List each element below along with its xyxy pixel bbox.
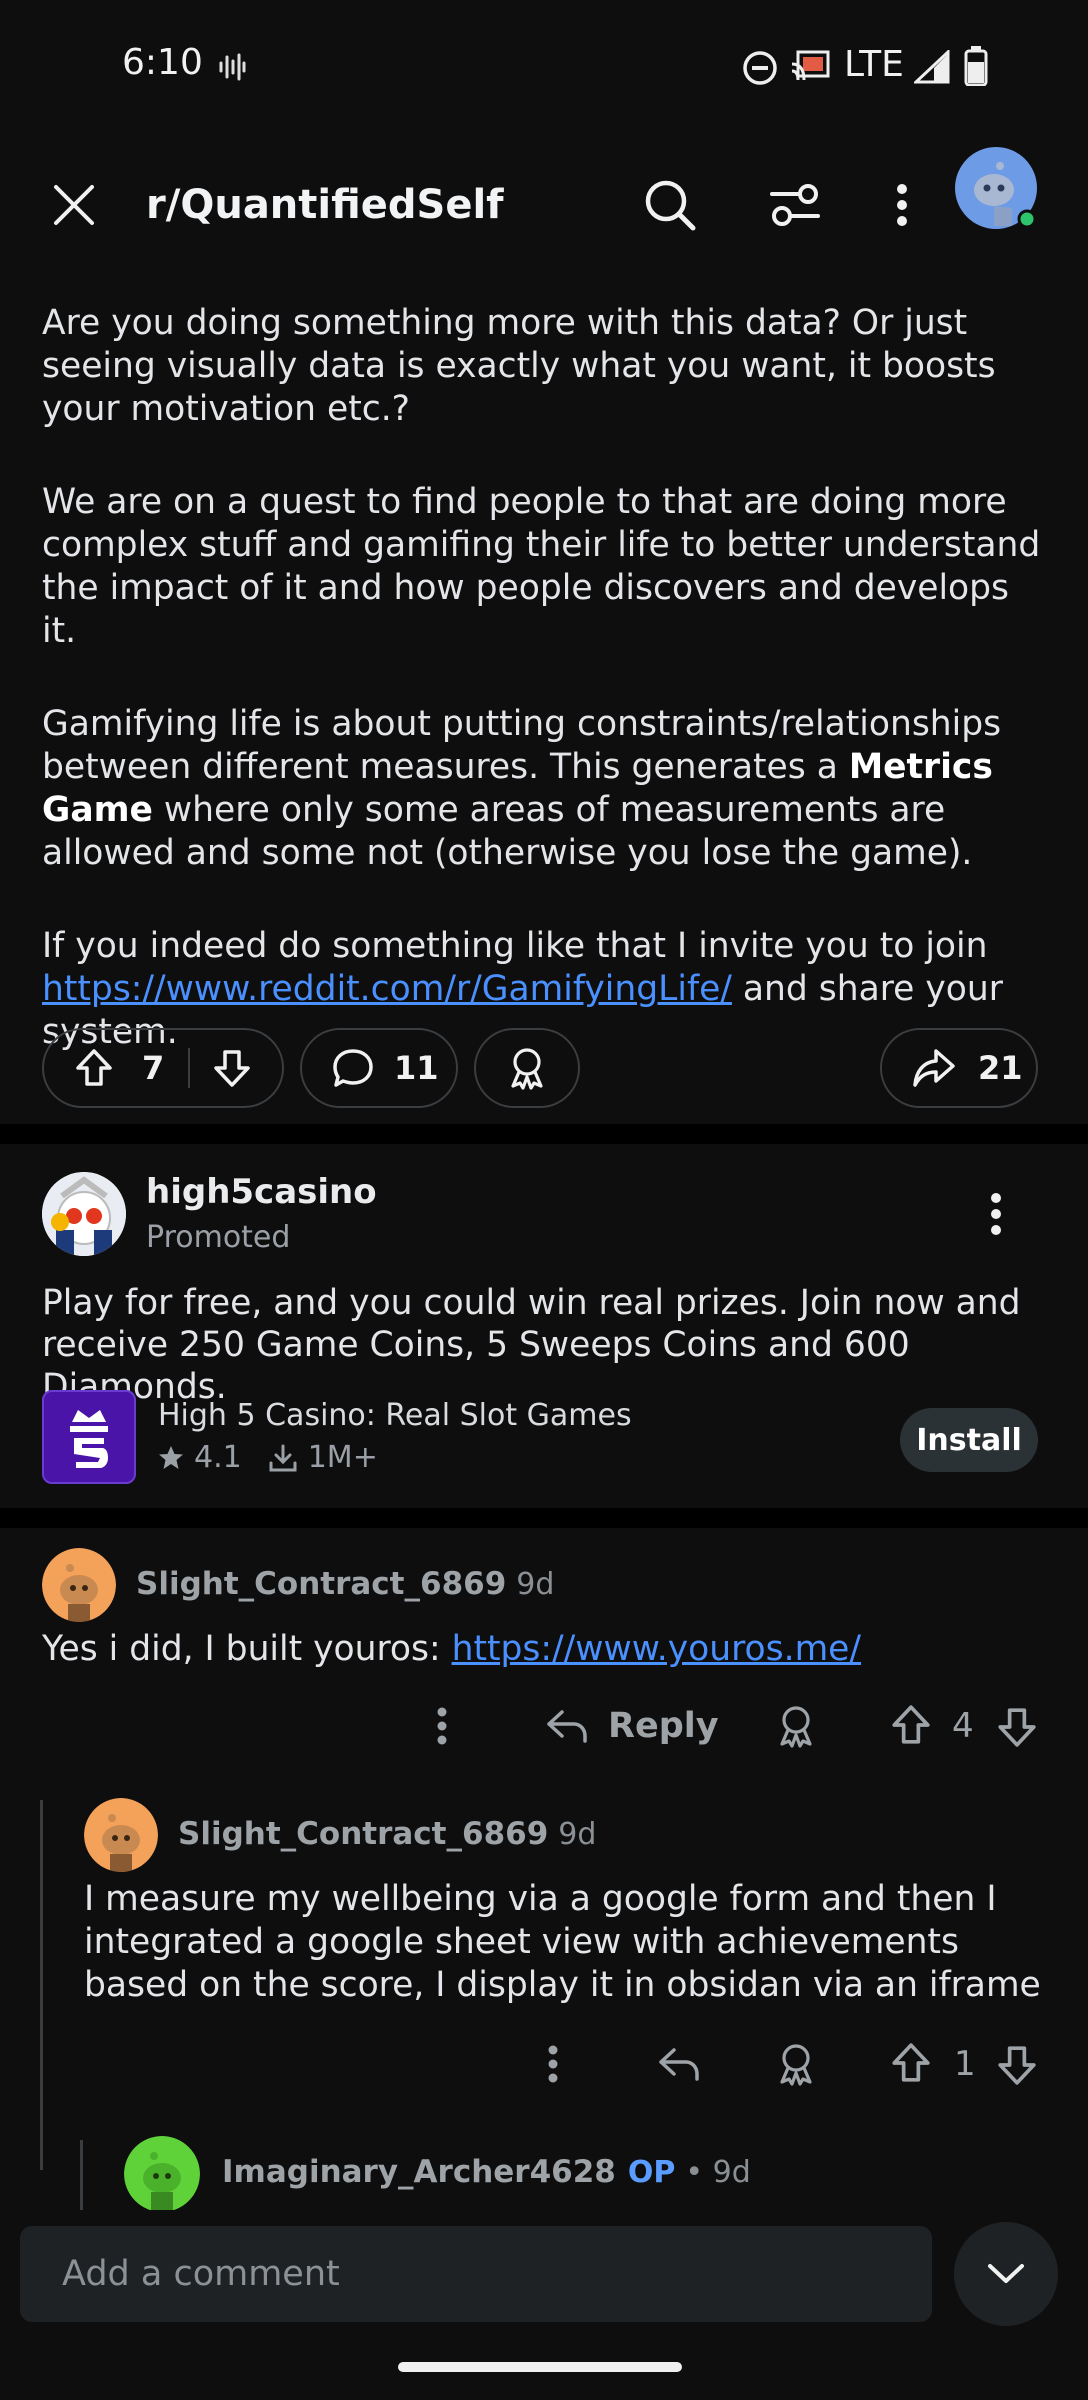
section-divider <box>0 1508 1088 1528</box>
promoted-label: Promoted <box>146 1220 291 1255</box>
vote-divider <box>188 1048 191 1088</box>
voice-icon <box>218 52 246 82</box>
comment-overflow-icon[interactable] <box>432 1706 452 1746</box>
reply-icon[interactable] <box>658 2046 700 2082</box>
comment-text: Yes i did, I built youros: https://www.y… <box>42 1628 1042 1671</box>
signal-icon <box>914 50 950 84</box>
award-icon <box>505 1046 549 1090</box>
overflow-menu-icon[interactable] <box>862 165 942 245</box>
battery-icon <box>964 46 988 86</box>
comment-header: Imaginary_Archer4628 OP • 9d <box>222 2154 751 2190</box>
app-name[interactable]: High 5 Casino: Real Slot Games <box>158 1398 632 1433</box>
advertiser-name[interactable]: high5casino <box>146 1172 377 1212</box>
comment-author[interactable]: Slight_Contract_6869 <box>178 1816 548 1852</box>
comment-age: • 9d <box>685 2155 751 2190</box>
comment-text-span: Yes i did, I built youros: <box>42 1629 452 1669</box>
top-app-bar: r/QuantifiedSelf <box>0 130 1088 280</box>
download-icon <box>268 1443 298 1473</box>
ad-overflow-icon[interactable] <box>984 1192 1008 1236</box>
share-count: 21 <box>978 1049 1023 1087</box>
reply-icon <box>546 1708 588 1744</box>
app-rating: 4.1 <box>194 1440 242 1475</box>
user-avatar[interactable] <box>954 146 1040 232</box>
comment-age: 9d <box>516 1567 555 1602</box>
scroll-down-button[interactable] <box>954 2222 1058 2326</box>
post-paragraph: Are you doing something more with this d… <box>42 303 996 429</box>
status-time: 6:10 <box>122 42 203 83</box>
comment-link[interactable]: https://www.youros.me/ <box>452 1629 861 1669</box>
post-paragraph: We are on a quest to find people to that… <box>42 482 1041 651</box>
ad-body-text: Play for free, and you could win real pr… <box>42 1283 1021 1407</box>
add-comment-input[interactable]: Add a comment <box>20 2226 932 2322</box>
downvote-icon[interactable] <box>212 1048 252 1088</box>
award-button[interactable] <box>474 1028 580 1108</box>
comments-button[interactable]: 11 <box>300 1028 458 1108</box>
thread-line[interactable] <box>40 1800 43 2170</box>
downvote-icon[interactable] <box>996 2044 1038 2086</box>
advertiser-avatar[interactable] <box>42 1172 126 1256</box>
share-button[interactable]: 21 <box>880 1028 1038 1108</box>
cast-icon <box>790 50 830 84</box>
install-button[interactable]: Install <box>900 1408 1038 1472</box>
upvote-icon[interactable] <box>74 1048 114 1088</box>
post-body: Are you doing something more with this d… <box>42 302 1052 1054</box>
home-indicator[interactable] <box>398 2362 682 2372</box>
subreddit-title[interactable]: r/QuantifiedSelf <box>146 182 504 228</box>
vote-pill: 7 <box>42 1028 284 1108</box>
upvote-icon[interactable] <box>890 2042 932 2084</box>
commenter-avatar[interactable] <box>42 1548 116 1622</box>
comment-vote-count: 4 <box>952 1706 974 1746</box>
upvote-icon[interactable] <box>890 1704 932 1746</box>
section-divider <box>0 1124 1088 1144</box>
post-link[interactable]: https://www.reddit.com/r/GamifyingLife/ <box>42 969 732 1009</box>
share-icon <box>912 1048 956 1088</box>
status-bar: 6:10 LTE <box>0 0 1088 130</box>
comment-header: Slight_Contract_6869 9d <box>136 1566 554 1602</box>
chevron-down-icon <box>986 2262 1026 2286</box>
sort-filter-icon[interactable] <box>755 165 835 245</box>
upvote-count: 7 <box>142 1049 165 1087</box>
downvote-icon[interactable] <box>996 1706 1038 1748</box>
award-icon[interactable] <box>774 2042 818 2086</box>
dnd-icon <box>742 50 778 86</box>
comment-author[interactable]: Slight_Contract_6869 <box>136 1566 506 1602</box>
op-badge: OP <box>627 2155 676 2190</box>
comment-text: I measure my wellbeing via a google form… <box>84 1879 1041 2005</box>
search-icon[interactable] <box>630 165 710 245</box>
reply-label: Reply <box>608 1706 719 1746</box>
commenter-avatar[interactable] <box>124 2136 200 2212</box>
app-meta: 4.1 1M+ <box>158 1440 378 1475</box>
comment-header: Slight_Contract_6869 9d <box>178 1816 596 1852</box>
award-icon[interactable] <box>774 1704 818 1748</box>
reply-button[interactable]: Reply <box>546 1706 719 1746</box>
comment-vote-count: 1 <box>954 2044 976 2084</box>
post-paragraph: Gamifying life is about putting constrai… <box>42 703 1052 875</box>
thread-line[interactable] <box>80 2140 83 2210</box>
app-icon[interactable] <box>42 1390 136 1484</box>
comment-overflow-icon[interactable] <box>543 2044 563 2084</box>
app-downloads: 1M+ <box>307 1440 378 1475</box>
comment-count: 11 <box>394 1049 439 1087</box>
close-icon[interactable] <box>34 165 114 245</box>
network-label: LTE <box>844 44 904 85</box>
comment-age: 9d <box>558 1817 597 1852</box>
comment-bubble-icon <box>332 1048 374 1088</box>
star-icon <box>158 1445 184 1471</box>
post-text-span: where only some areas of measurements ar… <box>42 790 973 873</box>
post-text-span: If you indeed do something like that I i… <box>42 926 988 966</box>
commenter-avatar[interactable] <box>84 1798 158 1872</box>
comment-author[interactable]: Imaginary_Archer4628 <box>222 2154 616 2190</box>
